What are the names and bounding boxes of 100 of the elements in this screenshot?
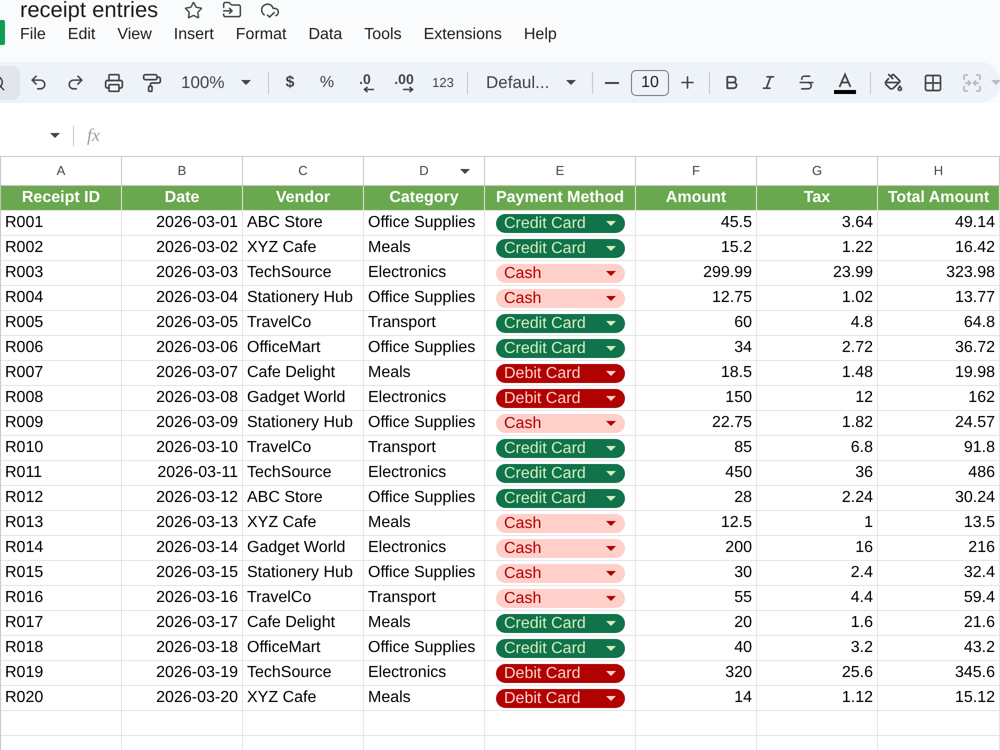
empty-cell[interactable] [485,711,636,736]
table-cell: 91.8 [878,436,1000,461]
table-cell: 6.8 [757,436,878,461]
menu-item[interactable]: Edit [68,25,96,45]
column-header[interactable]: F [636,157,757,186]
table-cell: 162 [878,386,1000,411]
payment-method-dropdown[interactable]: Credit Card [496,314,625,332]
menu-item[interactable]: Insert [174,25,214,45]
table-cell: XYZ Cafe [243,511,364,536]
table-cell: 2026-03-18 [122,636,243,661]
table-cell: R020 [1,686,122,711]
table-cell: 2026-03-17 [122,611,243,636]
menu-item[interactable]: View [117,25,152,45]
menu-item[interactable]: Extensions [424,25,502,45]
table-cell: 18.5 [636,361,757,386]
table-cell: 2.24 [757,486,878,511]
table-cell: 486 [878,461,1000,486]
table-cell: TechSource [243,661,364,686]
zoom-dropdown[interactable]: 100% [176,68,258,96]
table-cell: R006 [1,336,122,361]
menu-item[interactable]: Data [308,25,342,45]
table-cell: 2026-03-09 [122,411,243,436]
decrease-decimals-button[interactable]: .0 [351,68,379,98]
menu-item[interactable]: Tools [364,25,402,45]
search-button[interactable] [0,66,20,100]
payment-method-dropdown[interactable]: Cash [496,514,625,532]
column-header[interactable]: H [878,157,1000,186]
column-header[interactable]: C [243,157,364,186]
percent-format-button[interactable]: % [313,68,341,96]
table-cell: 216 [878,536,1000,561]
caret-icon [606,670,616,676]
column-header[interactable]: B [122,157,243,186]
empty-cell[interactable] [122,711,243,736]
column-header[interactable]: A [1,157,122,186]
table-cell: Office Supplies [364,636,485,661]
column-header[interactable]: D [364,157,485,186]
payment-method-dropdown[interactable]: Credit Card [496,614,625,632]
table-cell: Office Supplies [364,336,485,361]
font-dropdown[interactable]: Defaul... [478,68,582,96]
table-cell: 2026-03-07 [122,361,243,386]
document-title[interactable]: receipt entries [20,0,158,20]
header-cell: Vendor [243,186,364,211]
payment-method-dropdown[interactable]: Cash [496,414,625,432]
empty-cell[interactable] [1,711,122,736]
payment-method-dropdown[interactable]: Debit Card [496,688,625,708]
caret-icon [606,646,616,650]
empty-cell[interactable] [878,711,1000,736]
font-size-field[interactable]: 10 [631,70,669,96]
table-cell: 12 [757,386,878,411]
table-cell: 85 [636,436,757,461]
table-cell: 19.98 [878,361,1000,386]
move-folder-icon[interactable] [222,0,242,20]
table-cell: R016 [1,586,122,611]
caret-icon [606,420,616,426]
table-cell: Office Supplies [364,411,485,436]
column-header[interactable]: G [757,157,878,186]
currency-format-button[interactable]: $ [276,68,304,96]
payment-method-dropdown[interactable]: Debit Card [496,664,625,682]
empty-cell[interactable] [364,711,485,736]
payment-method-dropdown[interactable]: Credit Card [496,214,625,232]
table-cell: 22.75 [636,411,757,436]
payment-method-dropdown[interactable]: Credit Card [496,464,625,482]
payment-method-dropdown[interactable]: Debit Card [496,364,625,382]
header-cell: Category [364,186,485,211]
paint-roller-icon [142,72,162,92]
undo-icon [28,73,48,92]
app-logo-icon[interactable] [0,20,5,45]
table-cell: 30.24 [878,486,1000,511]
empty-cell[interactable] [636,711,757,736]
caret-icon [606,470,616,476]
menu-item[interactable]: File [20,25,46,45]
table-cell: Cafe Delight [243,611,364,636]
payment-method-dropdown[interactable]: Credit Card [496,238,625,258]
column-header[interactable]: E [485,157,636,186]
right-arrow-icon [402,86,414,93]
menu-item[interactable]: Help [524,25,557,45]
payment-method-dropdown[interactable]: Cash [496,538,625,558]
header-cell: Total Amount [878,186,1000,211]
star-icon[interactable] [184,0,204,20]
payment-method-dropdown[interactable]: Credit Card [496,488,625,508]
table-cell: 3.64 [757,211,878,236]
payment-method-dropdown[interactable]: Cash [496,264,625,282]
payment-method-dropdown[interactable]: Credit Card [496,338,625,358]
payment-method-dropdown[interactable]: Cash [496,564,625,582]
empty-cell[interactable] [757,711,878,736]
payment-method-dropdown[interactable]: Debit Card [496,388,625,408]
empty-cell[interactable] [243,711,364,736]
menu-item[interactable]: Format [236,25,286,45]
caret-icon [606,346,616,350]
table-cell: 200 [636,536,757,561]
table-cell: 32.4 [878,561,1000,586]
increase-decimals-button[interactable]: .00 [389,68,419,98]
payment-method-dropdown[interactable]: Cash [496,288,625,308]
table-cell: R001 [1,211,122,236]
payment-method-dropdown[interactable]: Cash [496,588,625,608]
caret-icon [606,520,616,526]
number-format-button[interactable]: 123 [429,68,457,96]
payment-method-dropdown[interactable]: Credit Card [496,438,625,458]
payment-method-dropdown[interactable]: Credit Card [496,638,625,658]
table-cell: R004 [1,286,122,311]
